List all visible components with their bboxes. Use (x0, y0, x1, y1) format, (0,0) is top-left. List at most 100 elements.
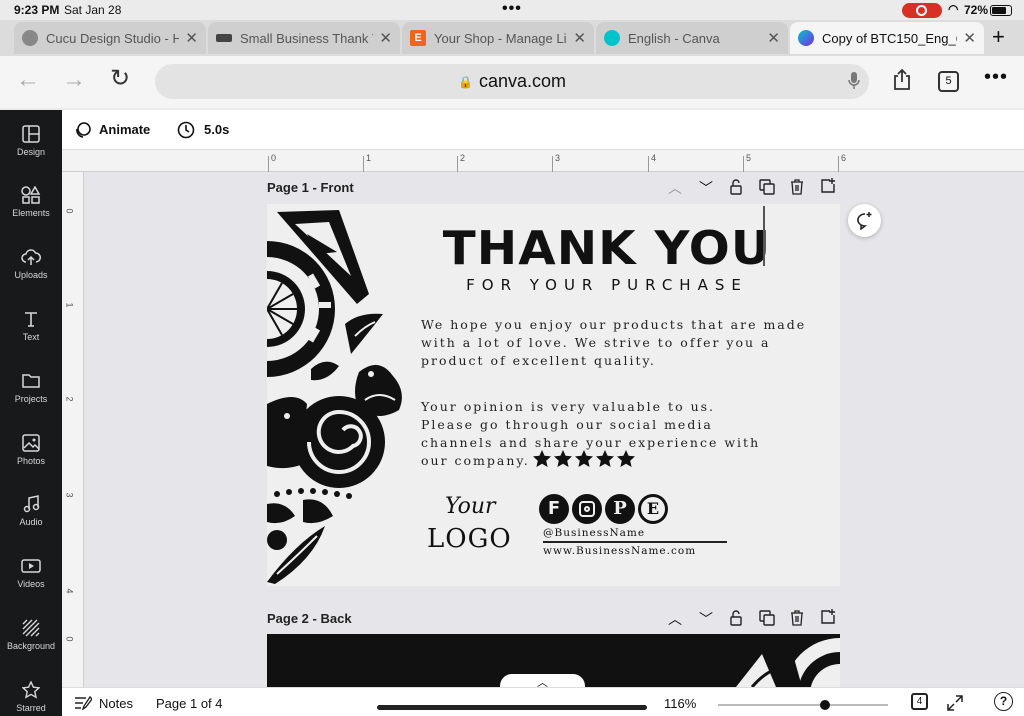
ruler-tick-mark (363, 156, 364, 172)
share-icon[interactable] (892, 68, 912, 90)
subheadline-text[interactable]: FOR YOUR PURCHASE (407, 276, 807, 294)
sidebar-item-background[interactable]: Background (0, 619, 62, 651)
back-arrow-icon[interactable]: ← (16, 66, 40, 94)
chevron-down-icon[interactable]: ﹀ (699, 178, 713, 198)
business-handle[interactable]: @BusinessName (543, 527, 645, 539)
tab-overview-button[interactable]: 5 (938, 71, 959, 92)
ruler-tick-label: 0 (64, 636, 75, 642)
battery-percent: 72% (964, 3, 989, 17)
lock-icon[interactable] (729, 179, 743, 195)
business-website[interactable]: www.BusinessName.com (543, 545, 696, 557)
tab-copy-btc150[interactable]: Copy of BTC150_Eng_6 ✕ (790, 22, 984, 54)
add-comment-button[interactable] (848, 204, 881, 237)
ruler-tick-label: 2 (64, 396, 75, 402)
pinterest-icon[interactable]: P (605, 494, 635, 524)
zoom-slider-track[interactable] (718, 700, 888, 710)
ruler-tick-label: 3 (64, 492, 75, 498)
social-icons-row: F P E (539, 494, 679, 526)
tab-english-canva[interactable]: English - Canva ✕ (596, 22, 788, 54)
notes-button[interactable]: Notes (99, 696, 133, 711)
sidebar-item-photos[interactable]: Photos (0, 434, 62, 466)
browser-tab-strip: Cucu Design Studio - Ho ✕ Small Business… (0, 20, 1024, 56)
close-tab-icon[interactable]: ✕ (573, 29, 586, 47)
zoom-slider-thumb[interactable] (820, 700, 830, 710)
address-bar[interactable]: 🔒 canva.com (155, 64, 869, 99)
screen-record-icon[interactable] (902, 3, 942, 18)
new-tab-plus-icon[interactable]: + (992, 24, 1005, 50)
wifi-icon: ◠ (948, 2, 959, 16)
animate-icon (74, 121, 92, 139)
page-grid-button[interactable]: 4 (911, 693, 928, 710)
hatch-icon (22, 619, 40, 637)
tab-cucu-design[interactable]: Cucu Design Studio - Ho ✕ (14, 22, 206, 54)
lock-icon: 🔒 (458, 74, 473, 89)
add-page-icon[interactable] (820, 178, 836, 194)
sidebar-item-starred[interactable]: Starred (0, 681, 62, 713)
close-tab-icon[interactable]: ✕ (185, 29, 198, 47)
close-tab-icon[interactable]: ✕ (767, 29, 780, 47)
lock-icon[interactable] (729, 610, 743, 626)
etsy-social-icon[interactable]: E (638, 494, 668, 524)
sidebar-item-elements[interactable]: Elements (0, 186, 62, 218)
trash-icon[interactable] (790, 610, 804, 626)
ruler-tick-mark (743, 156, 744, 172)
folk-floral-art (267, 210, 402, 584)
sidebar-item-uploads[interactable]: Uploads (0, 248, 62, 280)
close-tab-icon[interactable]: ✕ (963, 29, 976, 47)
ruler-tick-label: 3 (555, 153, 561, 163)
video-icon (21, 559, 41, 573)
notes-icon (75, 696, 92, 710)
folk-floral-art-back (736, 638, 840, 687)
instagram-icon[interactable] (572, 494, 602, 524)
multitask-dots-icon[interactable]: ••• (502, 0, 522, 18)
forward-arrow-icon[interactable]: → (62, 66, 86, 94)
ruler-tick-label: 5 (746, 153, 752, 163)
ruler-tick-label: 4 (651, 153, 657, 163)
design-page-front[interactable]: THANK YOU FOR YOUR PURCHASE We hope you … (267, 204, 840, 586)
sidebar-item-videos[interactable]: Videos (0, 557, 62, 589)
page-2-controls: ︿ ﹀ (665, 609, 840, 629)
star-icon (22, 681, 40, 699)
sidebar-item-design[interactable]: Design (0, 125, 62, 157)
sidebar-item-audio[interactable]: Audio (0, 495, 62, 527)
facebook-icon[interactable]: F (539, 494, 569, 524)
chevron-up-icon[interactable]: ︿ (668, 609, 682, 629)
editor-toolbar: Animate 5.0s (62, 110, 1024, 150)
tab-small-business[interactable]: Small Business Thank Yo ✕ (208, 22, 400, 54)
more-menu-icon[interactable]: ••• (984, 66, 1008, 89)
editor-bottom-bar: Notes Page 1 of 4 116% 4 ? (62, 687, 1024, 716)
logo-text[interactable]: LOGO (427, 524, 512, 554)
canva-icon (798, 30, 814, 46)
animate-button[interactable]: Animate (99, 122, 150, 137)
logo-script[interactable]: Your (445, 494, 496, 519)
reload-icon[interactable]: ↻ (110, 64, 130, 93)
add-page-icon[interactable] (820, 609, 836, 625)
url-text: canva.com (478, 71, 566, 91)
ruler-tick-label: 1 (64, 302, 75, 308)
layout-icon (22, 125, 40, 143)
chevron-down-icon[interactable]: ﹀ (699, 609, 713, 629)
text-icon (25, 312, 37, 327)
clock-icon (177, 121, 195, 139)
paragraph-1[interactable]: We hope you enjoy our products that are … (421, 316, 821, 370)
page-indicator[interactable]: Page 1 of 4 (156, 696, 223, 711)
tab-etsy-shop[interactable]: E Your Shop - Manage List ✕ (402, 22, 594, 54)
duration-button[interactable]: 5.0s (204, 122, 229, 137)
headline-text[interactable]: THANK YOU (397, 222, 817, 274)
help-icon[interactable]: ? (994, 692, 1013, 711)
duplicate-icon[interactable] (759, 179, 775, 195)
chevron-up-icon[interactable]: ︿ (668, 178, 682, 198)
zoom-level[interactable]: 116% (664, 696, 696, 711)
microphone-icon[interactable] (847, 71, 861, 91)
sidebar-item-text[interactable]: Text (0, 310, 62, 342)
close-tab-icon[interactable]: ✕ (379, 29, 392, 47)
music-icon (23, 495, 40, 513)
trash-icon[interactable] (790, 179, 804, 195)
text-cursor (763, 206, 765, 266)
duplicate-icon[interactable] (759, 610, 775, 626)
page-scroll-bar[interactable] (377, 705, 647, 710)
ruler-tick-mark (838, 156, 839, 172)
ruler-tick-label: 4 (64, 588, 75, 594)
fullscreen-icon[interactable] (947, 695, 963, 711)
sidebar-item-projects[interactable]: Projects (0, 372, 62, 404)
